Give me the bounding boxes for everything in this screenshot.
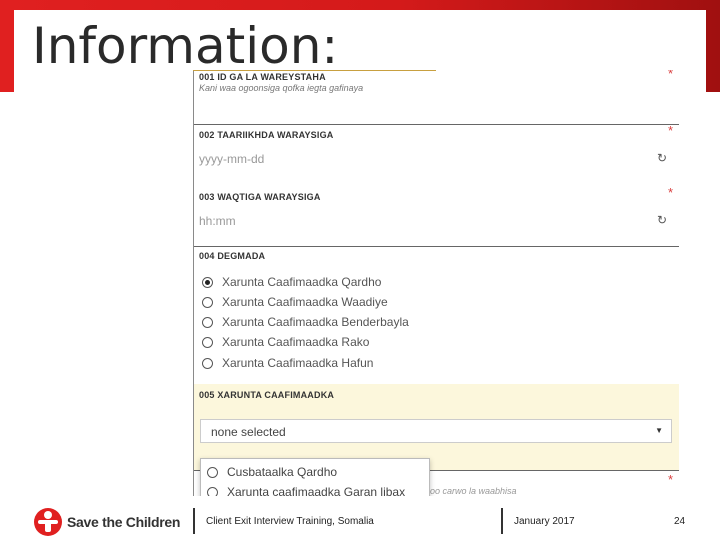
radio-selected-icon[interactable] [202,276,213,288]
footer-divider [501,508,503,534]
logo-text: Save the Children [67,514,181,530]
dropdown-option-label: Cusbataalka Qardho [227,465,338,479]
title-underline [193,70,436,71]
question-003-label: 003 WAQTIGA WARAYSIGA [199,192,321,202]
save-the-children-logo: Save the Children [34,508,180,536]
question-006-hint: oo carwo la waabhisa [430,486,517,496]
page-number: 24 [674,516,686,527]
radio-option[interactable]: Xarunta Caafimaadka Benderbayla [202,313,409,331]
date-input[interactable]: yyyy-mm-dd [199,152,264,166]
radio-option-label: Xarunta Caafimaadka Hafun [222,356,374,370]
refresh-icon[interactable]: ↻ [657,213,667,227]
question-001-label: 001 ID GA LA WAREYSTAHA [199,72,326,82]
required-marker: * [667,472,673,487]
facility-dropdown-list[interactable]: Cusbataalka Qardho Xarunta caafimaadka G… [200,458,430,496]
footer-text: Client Exit Interview Training, Somalia [206,516,374,527]
radio-option[interactable]: Xarunta Caafimaadka Rako [202,333,369,351]
question-divider [194,246,679,247]
radio-option[interactable]: Xarunta Caafimaadka Qardho [202,273,381,291]
footer-divider [193,508,195,534]
radio-icon[interactable] [202,316,213,328]
radio-icon[interactable] [202,357,213,369]
slide-title: Information: [32,17,339,75]
question-001-hint: Kani waa ogoonsiga qofka iegta gafinaya [199,83,364,93]
question-005-label: 005 XARUNTA CAAFIMAADKA [199,390,335,400]
required-marker: * [667,185,673,200]
question-divider [194,124,679,125]
question-002-label: 002 TAARIIKHDA WARAYSIGA [199,130,334,140]
radio-icon[interactable] [207,486,218,496]
time-input[interactable]: hh:mm [199,214,236,228]
child-figure-icon [34,508,62,536]
survey-form: 001 ID GA LA WAREYSTAHA Kani waa ogoonsi… [193,70,679,496]
refresh-icon[interactable]: ↻ [657,151,667,165]
select-value: none selected [211,425,286,439]
required-marker: * [667,123,673,138]
dropdown-option[interactable]: Cusbataalka Qardho [207,463,337,481]
radio-icon[interactable] [202,336,213,348]
facility-select[interactable]: none selected ▼ [200,419,672,443]
radio-option-label: Xarunta Caafimaadka Benderbayla [222,315,409,329]
dropdown-option[interactable]: Xarunta caafimaadka Garan libax [207,483,405,496]
required-marker: * [667,70,673,81]
radio-option[interactable]: Xarunta Caafimaadka Hafun [202,354,373,372]
radio-option[interactable]: Xarunta Caafimaadka Waadiye [202,293,388,311]
radio-icon[interactable] [207,466,218,478]
radio-option-label: Xarunta Caafimaadka Waadiye [222,295,388,309]
radio-icon[interactable] [202,296,213,308]
chevron-down-icon[interactable]: ▼ [655,426,663,435]
question-004-label: 004 DEGMADA [199,251,266,261]
radio-option-label: Xarunta Caafimaadka Rako [222,335,370,349]
footer-date: January 2017 [514,516,575,527]
dropdown-option-label: Xarunta caafimaadka Garan libax [227,485,406,496]
radio-option-label: Xarunta Caafimaadka Qardho [222,275,382,289]
